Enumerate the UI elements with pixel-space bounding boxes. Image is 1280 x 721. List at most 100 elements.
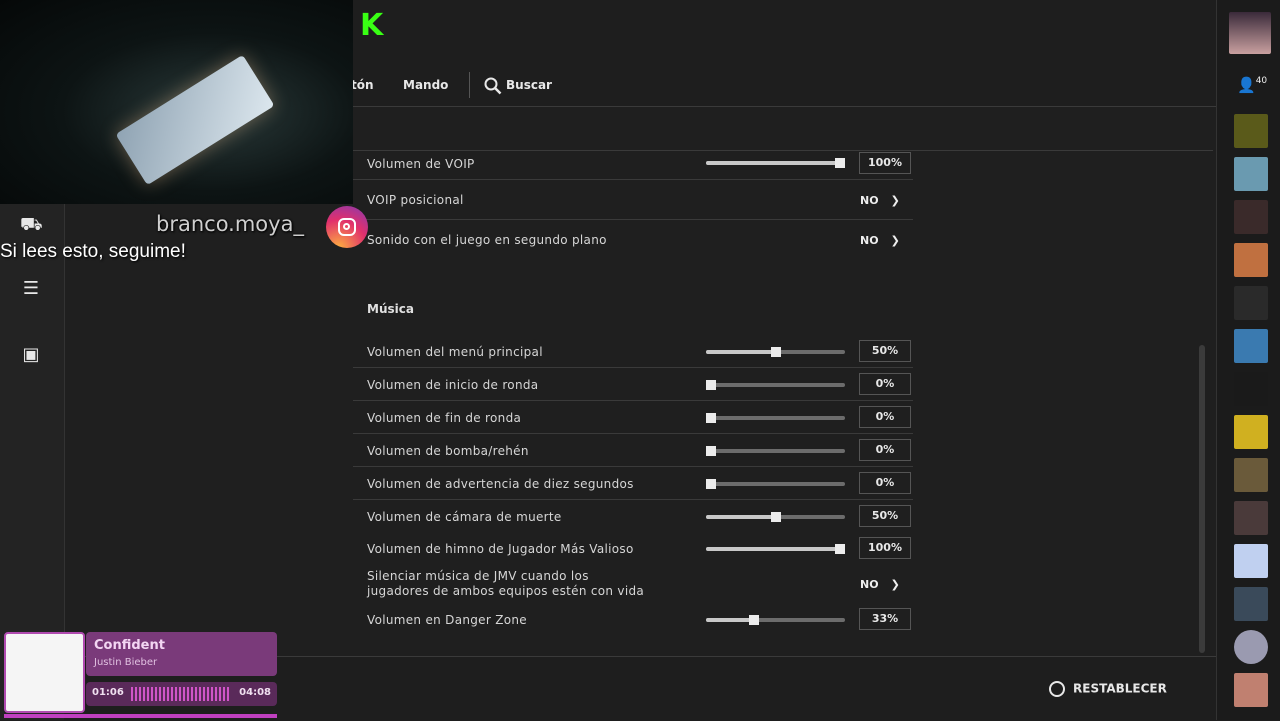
app-logo: K <box>360 8 384 43</box>
track-artist: Justin Bieber <box>94 657 158 668</box>
friends-count-button[interactable]: 👤40 <box>1237 76 1267 94</box>
keyboard-image <box>115 54 275 186</box>
overlay-message: Si lees esto, seguime! <box>0 241 186 262</box>
voip-volume-value[interactable]: 100% <box>859 152 911 174</box>
dropdown-value: NO <box>860 194 879 207</box>
round-start-volume-slider[interactable] <box>706 380 845 390</box>
friend-avatar[interactable] <box>1234 329 1268 363</box>
tab-controller[interactable]: Mando <box>403 64 448 106</box>
webcam-overlay <box>0 0 353 204</box>
track-timeline: 01:06 04:08 <box>86 682 277 706</box>
friend-avatar[interactable] <box>1234 630 1268 664</box>
voip-volume-label: Volumen de VOIP <box>367 157 475 171</box>
slider-thumb[interactable] <box>749 615 759 625</box>
row-divider <box>353 466 913 467</box>
friend-avatar[interactable] <box>1234 673 1268 707</box>
bomb-volume-label: Volumen de bomba/rehén <box>367 444 529 458</box>
user-avatar[interactable] <box>1229 12 1271 54</box>
mute-mvp-music-dropdown[interactable]: NO ❯ <box>860 578 900 591</box>
danger-zone-volume-value[interactable]: 33% <box>859 608 911 630</box>
background-sound-dropdown[interactable]: NO ❯ <box>860 234 900 247</box>
mvp-anthem-volume-slider[interactable] <box>706 544 845 554</box>
friends-count: 40 <box>1255 76 1268 86</box>
briefcase-icon[interactable]: ▣ <box>20 344 42 365</box>
menu-volume-slider[interactable] <box>706 347 845 357</box>
now-playing-widget: Confident Justin Bieber 01:06 04:08 <box>4 632 277 720</box>
slider-thumb[interactable] <box>835 544 845 554</box>
round-start-volume-value[interactable]: 0% <box>859 373 911 395</box>
friend-avatar[interactable] <box>1234 372 1268 406</box>
music-section-title: Música <box>367 302 414 316</box>
mute-mvp-music-label-line1: Silenciar música de JMV cuando los <box>367 569 589 583</box>
menu-volume-label: Volumen del menú principal <box>367 345 543 359</box>
row-divider <box>353 499 913 500</box>
mvp-anthem-volume-value[interactable]: 100% <box>859 537 911 559</box>
ten-second-warning-label: Volumen de advertencia de diez segundos <box>367 477 634 491</box>
menu-volume-value[interactable]: 50% <box>859 340 911 362</box>
reset-button[interactable]: RESTABLECER <box>1049 681 1167 697</box>
bomb-volume-slider[interactable] <box>706 446 845 456</box>
tab-partial[interactable]: tón <box>351 64 374 106</box>
friend-avatar[interactable] <box>1234 157 1268 191</box>
round-start-volume-label: Volumen de inicio de ronda <box>367 378 539 392</box>
chevron-down-icon: ❯ <box>890 234 900 247</box>
friend-avatar[interactable] <box>1234 243 1268 277</box>
chevron-down-icon: ❯ <box>890 194 900 207</box>
friend-avatar[interactable] <box>1234 286 1268 320</box>
round-end-volume-label: Volumen de fin de ronda <box>367 411 522 425</box>
round-end-volume-value[interactable]: 0% <box>859 406 911 428</box>
instagram-icon <box>326 206 368 248</box>
elapsed-time: 01:06 <box>92 687 124 698</box>
slider-thumb[interactable] <box>706 413 716 423</box>
bomb-volume-value[interactable]: 0% <box>859 439 911 461</box>
ten-second-warning-slider[interactable] <box>706 479 845 489</box>
slider-thumb[interactable] <box>706 446 716 456</box>
mute-mvp-music-label-line2: jugadores de ambos equipos estén con vid… <box>367 584 645 598</box>
scrollbar[interactable] <box>1199 345 1205 653</box>
friend-avatar[interactable] <box>1234 544 1268 578</box>
voip-positional-label: VOIP posicional <box>367 193 464 207</box>
death-cam-volume-slider[interactable] <box>706 512 845 522</box>
row-divider <box>353 179 913 180</box>
inventory-icon[interactable]: ⛟ <box>20 214 43 235</box>
friends-icon: 👤 <box>1237 76 1256 94</box>
content-divider <box>353 150 1213 151</box>
friend-avatar[interactable] <box>1234 458 1268 492</box>
nav-divider <box>469 72 470 98</box>
friend-avatar[interactable] <box>1234 501 1268 535</box>
voip-positional-dropdown[interactable]: NO ❯ <box>860 194 900 207</box>
round-end-volume-slider[interactable] <box>706 413 845 423</box>
row-divider <box>353 219 913 220</box>
slider-thumb[interactable] <box>771 512 781 522</box>
reset-icon <box>1049 681 1065 697</box>
slider-thumb[interactable] <box>771 347 781 357</box>
search-button[interactable]: Buscar <box>484 64 552 106</box>
reset-label: RESTABLECER <box>1073 681 1167 696</box>
ten-second-warning-value[interactable]: 0% <box>859 472 911 494</box>
search-icon <box>484 77 502 94</box>
voip-volume-slider[interactable] <box>706 158 845 168</box>
slider-thumb[interactable] <box>835 158 845 168</box>
friend-avatar[interactable] <box>1234 587 1268 621</box>
dropdown-value: NO <box>860 578 879 591</box>
slider-thumb[interactable] <box>706 479 716 489</box>
mvp-anthem-volume-label: Volumen de himno de Jugador Más Valioso <box>367 542 634 556</box>
track-duration: 04:08 <box>239 687 271 698</box>
friend-avatar[interactable] <box>1234 415 1268 449</box>
search-label: Buscar <box>506 78 552 92</box>
row-divider <box>353 400 913 401</box>
friends-sidebar: 👤40 <box>1216 0 1280 720</box>
track-title: Confident <box>94 638 165 653</box>
list-icon[interactable]: ☰ <box>20 278 42 299</box>
death-cam-volume-label: Volumen de cámara de muerte <box>367 510 562 524</box>
row-divider <box>353 367 913 368</box>
friend-avatar[interactable] <box>1234 200 1268 234</box>
row-divider <box>353 433 913 434</box>
death-cam-volume-value[interactable]: 50% <box>859 505 911 527</box>
danger-zone-volume-slider[interactable] <box>706 615 845 625</box>
friend-avatar[interactable] <box>1234 114 1268 148</box>
waveform-icon <box>131 687 231 701</box>
danger-zone-volume-label: Volumen en Danger Zone <box>367 613 527 627</box>
album-art <box>4 632 85 713</box>
slider-thumb[interactable] <box>706 380 716 390</box>
